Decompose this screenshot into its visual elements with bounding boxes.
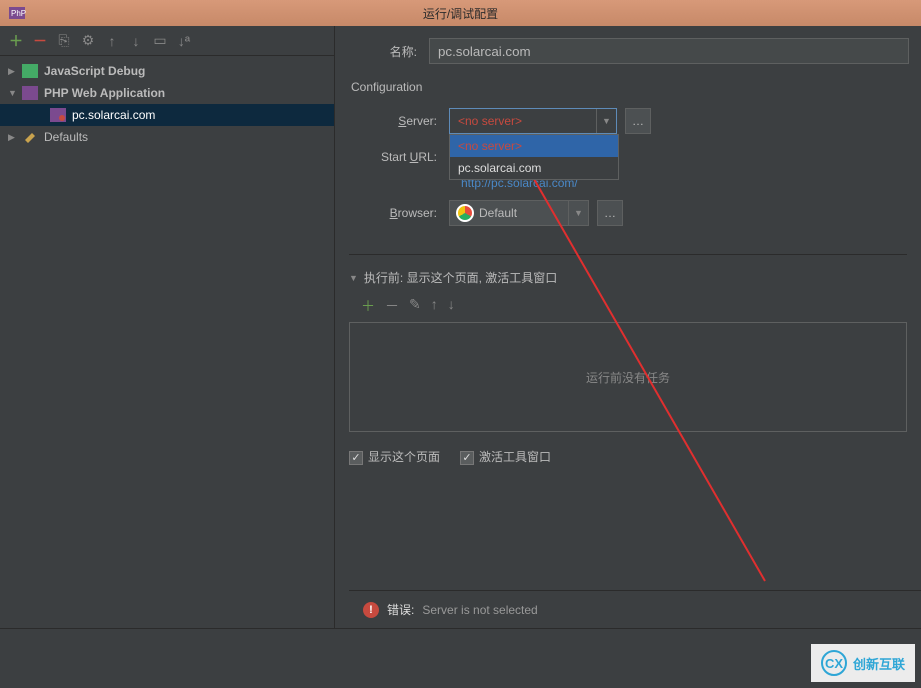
config-section: Server: <no server> ▼ <no server> pc.sol… <box>349 108 921 236</box>
error-icon: ! <box>363 602 379 618</box>
sort-icon[interactable]: ↓ª <box>176 33 192 49</box>
expand-icon: ▶ <box>8 132 18 143</box>
name-row: 名称: <box>349 38 921 64</box>
settings-icon[interactable]: ⚙ <box>80 33 96 49</box>
error-label: 错误: <box>387 601 414 618</box>
tree-item-js-debug[interactable]: ▶ JavaScript Debug <box>0 60 334 82</box>
titlebar: PhP 运行/调试配置 <box>0 0 921 26</box>
move-down-icon[interactable]: ↓ <box>128 33 144 49</box>
checkmark-icon: ✓ <box>349 451 363 465</box>
config-section-title: Configuration <box>351 80 921 94</box>
remove-task-icon[interactable]: － <box>385 296 399 316</box>
server-row: Server: <no server> ▼ <no server> pc.sol… <box>369 108 921 134</box>
no-tasks-label: 运行前没有任务 <box>586 369 670 386</box>
wrench-icon <box>22 130 38 144</box>
error-bar: ! 错误: Server is not selected <box>349 590 921 628</box>
starturl-label: Start URL: <box>369 150 449 164</box>
show-page-checkbox[interactable]: ✓显示这个页面 <box>349 448 440 465</box>
left-panel: ＋ － ⎘ ⚙ ↑ ↓ ▭ ↓ª ▶ JavaScript Debug ▼ PH… <box>0 26 335 628</box>
server-combo[interactable]: <no server> ▼ <no server> pc.solarcai.co… <box>449 108 617 134</box>
svg-text:PhP: PhP <box>11 9 26 18</box>
collapse-icon: ▼ <box>8 88 18 98</box>
browser-combo[interactable]: Default ▼ <box>449 200 589 226</box>
window-title: 运行/调试配置 <box>423 5 498 22</box>
dropdown-item-no-server[interactable]: <no server> <box>450 135 618 157</box>
server-more-button[interactable]: … <box>625 108 651 134</box>
config-tree: ▶ JavaScript Debug ▼ PHP Web Application… <box>0 56 334 628</box>
add-config-icon[interactable]: ＋ <box>8 33 24 49</box>
add-task-icon[interactable]: ＋ <box>361 296 375 316</box>
browser-value: Default <box>479 206 517 220</box>
chrome-icon <box>456 204 474 222</box>
watermark-text: 创新互联 <box>853 654 905 673</box>
before-run-label: 执行前: 显示这个页面, 激活工具窗口 <box>364 269 557 286</box>
activate-window-checkbox[interactable]: ✓激活工具窗口 <box>460 448 551 465</box>
tree-label: JavaScript Debug <box>44 64 145 78</box>
server-dropdown: <no server> pc.solarcai.com <box>449 134 619 180</box>
right-panel: 名称: Configuration Server: <no server> ▼ … <box>335 26 921 628</box>
folder-icon[interactable]: ▭ <box>152 33 168 49</box>
copy-config-icon[interactable]: ⎘ <box>56 33 72 49</box>
move-up-icon[interactable]: ↑ <box>104 33 120 49</box>
tree-label: Defaults <box>44 130 88 144</box>
expand-icon: ▶ <box>8 66 18 77</box>
watermark: CX 创新互联 <box>811 644 915 682</box>
js-debug-icon <box>22 64 38 78</box>
separator <box>349 254 907 255</box>
server-value: <no server> <box>450 114 596 128</box>
error-message: Server is not selected <box>422 603 537 617</box>
watermark-icon: CX <box>821 650 847 676</box>
browser-label: Browser: <box>369 206 449 220</box>
server-label: Server: <box>369 114 449 128</box>
dropdown-item-server[interactable]: pc.solarcai.com <box>450 157 618 179</box>
name-input[interactable] <box>429 38 909 64</box>
edit-task-icon[interactable]: ✎ <box>409 296 421 316</box>
move-up-icon[interactable]: ↑ <box>431 296 438 316</box>
bottom-area <box>0 628 921 688</box>
before-run-header[interactable]: ▼ 执行前: 显示这个页面, 激活工具窗口 <box>349 269 921 286</box>
app-icon: PhP <box>8 4 26 22</box>
chevron-down-icon[interactable]: ▼ <box>568 201 588 225</box>
main-area: ＋ － ⎘ ⚙ ↑ ↓ ▭ ↓ª ▶ JavaScript Debug ▼ PH… <box>0 26 921 628</box>
task-list: 运行前没有任务 <box>349 322 907 432</box>
name-label: 名称: <box>349 43 429 60</box>
browser-row: Browser: Default ▼ … <box>369 200 921 226</box>
php-icon <box>22 86 38 100</box>
move-down-icon[interactable]: ↓ <box>448 296 455 316</box>
left-toolbar: ＋ － ⎘ ⚙ ↑ ↓ ▭ ↓ª <box>0 26 334 56</box>
php-config-icon <box>50 108 66 122</box>
tree-item-config[interactable]: pc.solarcai.com <box>0 104 334 126</box>
browser-more-button[interactable]: … <box>597 200 623 226</box>
checkmark-icon: ✓ <box>460 451 474 465</box>
tree-item-defaults[interactable]: ▶ Defaults <box>0 126 334 148</box>
collapse-icon: ▼ <box>349 273 358 283</box>
before-run-toolbar: ＋ － ✎ ↑ ↓ <box>349 294 921 322</box>
remove-config-icon[interactable]: － <box>32 33 48 49</box>
tree-label: PHP Web Application <box>44 86 165 100</box>
checkbox-row: ✓显示这个页面 ✓激活工具窗口 <box>349 448 921 465</box>
tree-item-php-web[interactable]: ▼ PHP Web Application <box>0 82 334 104</box>
chevron-down-icon[interactable]: ▼ <box>596 109 616 133</box>
tree-label: pc.solarcai.com <box>72 108 155 122</box>
